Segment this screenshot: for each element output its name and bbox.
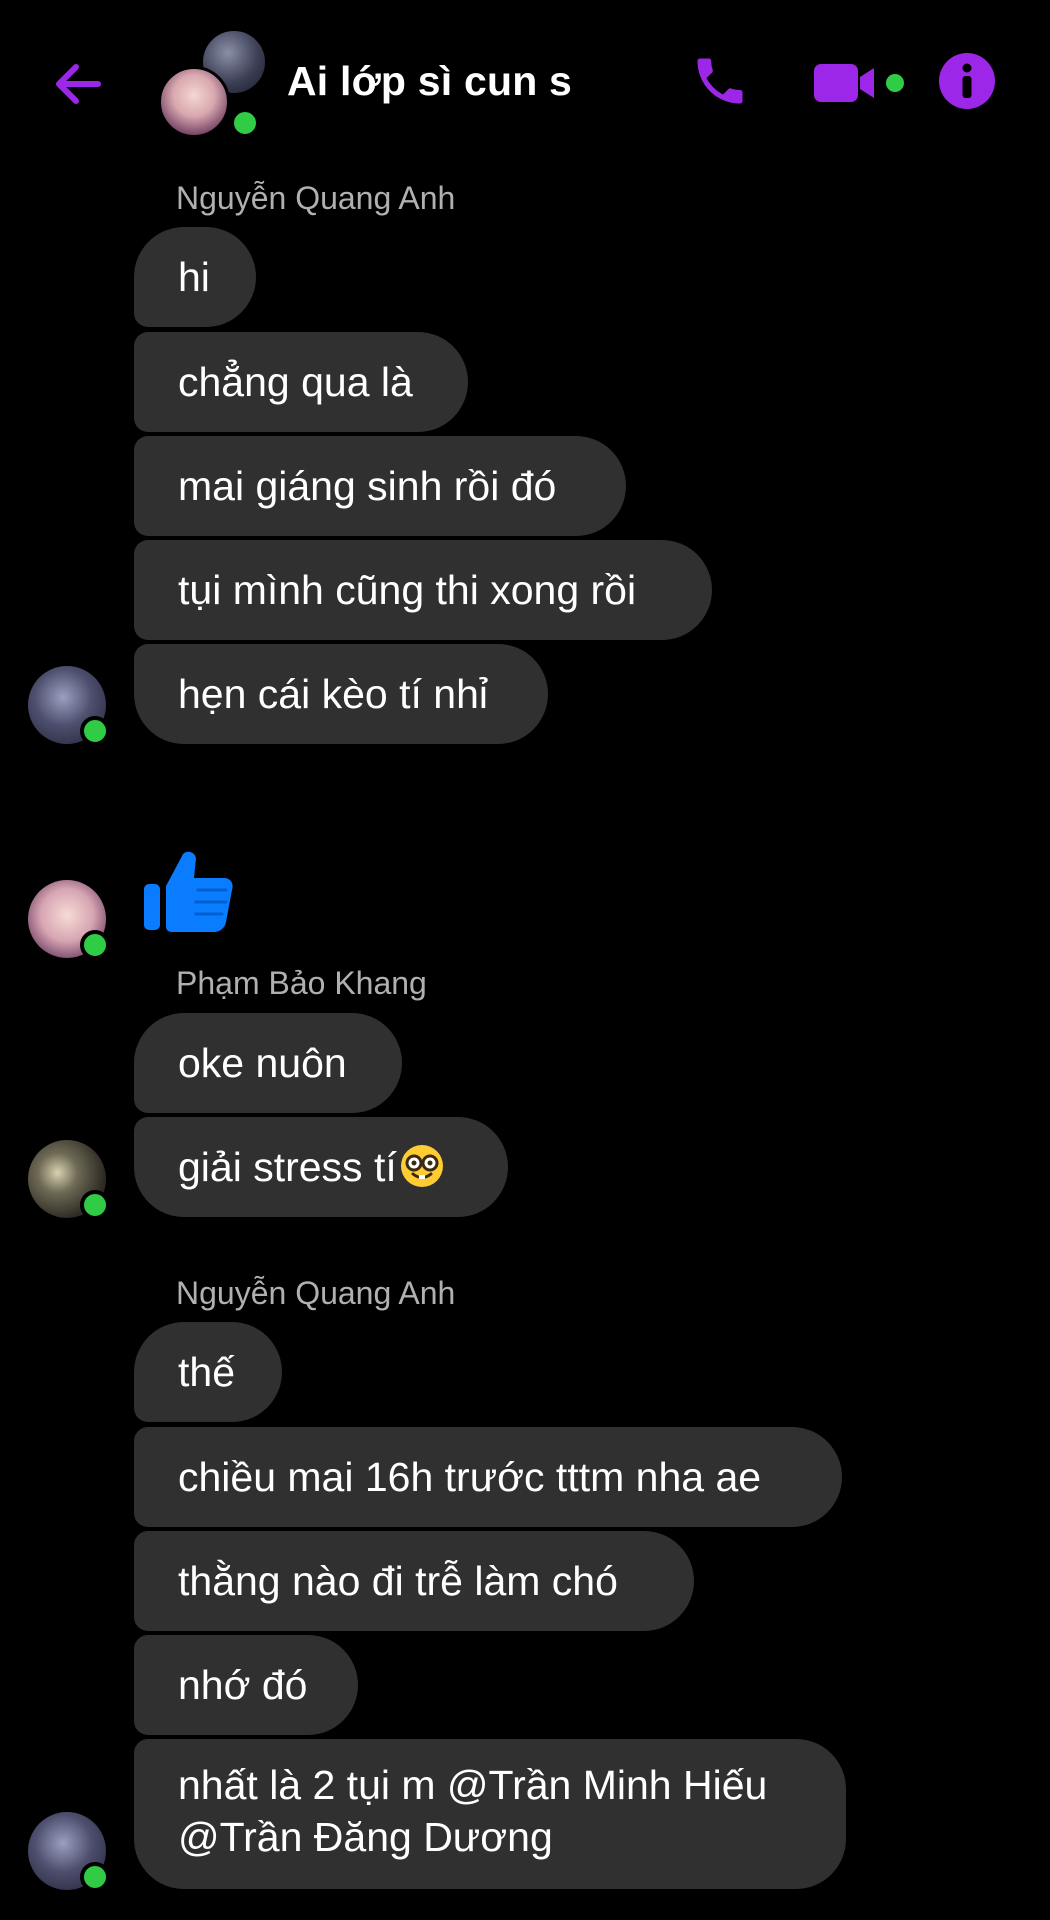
message-text: giải stress tí xyxy=(178,1144,397,1190)
message-bubble[interactable]: chiều mai 16h trước tttm nha ae xyxy=(134,1427,842,1527)
phone-icon xyxy=(697,58,743,104)
message-bubble[interactable]: nhất là 2 tụi m @Trần Minh Hiếu @Trần Đă… xyxy=(134,1739,846,1889)
chat-title[interactable]: Ai lớp sì cun s xyxy=(287,58,572,105)
nerd-face-icon xyxy=(400,1145,443,1187)
message-bubble[interactable]: giải stress tí xyxy=(134,1117,508,1217)
chat-header: Ai lớp sì cun s xyxy=(0,0,1050,165)
online-status-dot xyxy=(80,930,110,960)
group-avatar[interactable] xyxy=(158,28,268,138)
video-camera-icon xyxy=(814,64,904,102)
sender-name: Nguyễn Quang Anh xyxy=(176,1275,456,1311)
online-status-dot xyxy=(80,1862,110,1892)
online-status-dot xyxy=(230,108,260,138)
sender-name: Phạm Bảo Khang xyxy=(176,965,427,1001)
sender-avatar[interactable] xyxy=(28,666,110,746)
sender-avatar[interactable] xyxy=(28,880,110,960)
message-text-line: nhất là 2 tụi m @Trần Minh Hiếu xyxy=(178,1762,768,1808)
video-call-button[interactable] xyxy=(812,58,906,108)
member-avatar-front xyxy=(158,66,230,138)
online-status-dot xyxy=(80,1190,110,1220)
back-button[interactable] xyxy=(48,54,108,114)
message-bubble[interactable]: nhớ đó xyxy=(134,1635,358,1735)
sender-avatar[interactable] xyxy=(28,1140,110,1220)
thumbs-up-icon xyxy=(144,851,233,932)
message-bubble[interactable]: hi xyxy=(134,227,256,327)
message-bubble[interactable]: mai giáng sinh rồi đó xyxy=(134,436,626,536)
online-status-dot xyxy=(80,716,110,746)
message-bubble[interactable]: chẳng qua là xyxy=(134,332,468,432)
message-bubble[interactable]: oke nuôn xyxy=(134,1013,402,1113)
voice-call-button[interactable] xyxy=(690,50,750,112)
thumbs-up-sticker[interactable] xyxy=(138,838,238,938)
message-bubble[interactable]: hẹn cái kèo tí nhỉ xyxy=(134,644,548,744)
message-bubble[interactable]: thế xyxy=(134,1322,282,1422)
message-text-line: @Trần Đăng Dương xyxy=(178,1814,553,1860)
chat-screen: Ai lớp sì cun s Nguyễn Quang Anh hi chẳn… xyxy=(0,0,1050,1920)
info-button[interactable] xyxy=(938,52,996,110)
info-icon xyxy=(939,53,995,109)
sender-avatar[interactable] xyxy=(28,1812,110,1892)
message-bubble[interactable]: tụi mình cũng thi xong rồi xyxy=(134,540,712,640)
back-arrow-icon xyxy=(56,64,101,104)
message-bubble[interactable]: thằng nào đi trễ làm chó xyxy=(134,1531,694,1631)
sender-name: Nguyễn Quang Anh xyxy=(176,180,456,216)
